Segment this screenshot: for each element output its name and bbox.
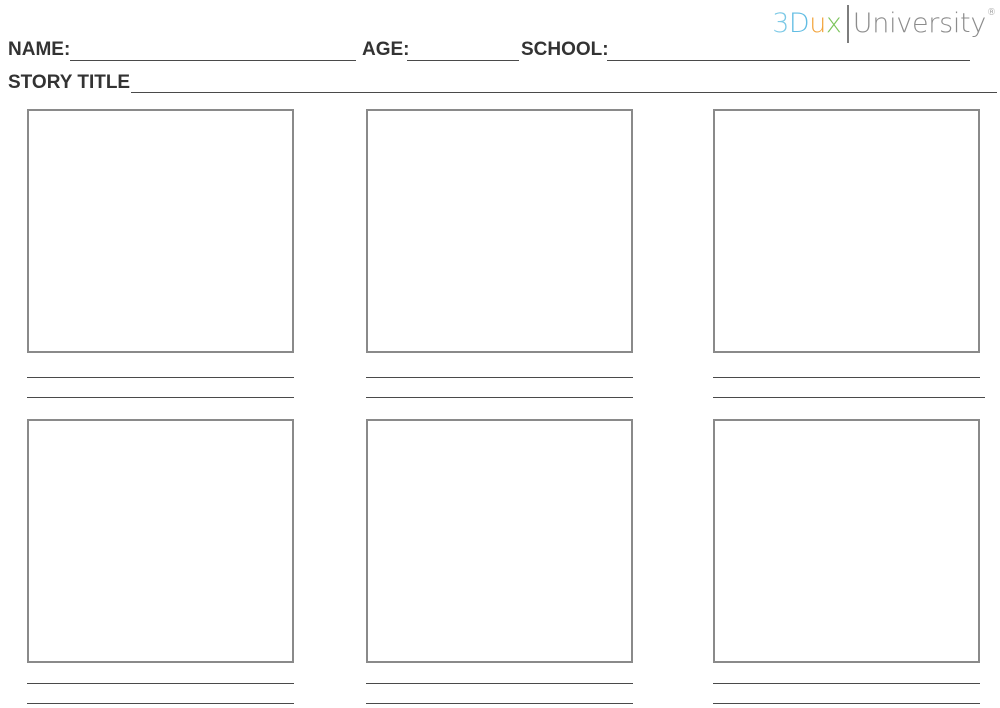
panel-5-caption-line-1[interactable] — [366, 683, 633, 684]
panel-4-caption-line-1[interactable] — [27, 683, 294, 684]
storyboard-panel-1[interactable] — [27, 109, 294, 353]
name-label: NAME: — [8, 39, 71, 60]
panel-1-caption-line-2[interactable] — [27, 397, 294, 398]
storyboard-panel-4[interactable] — [27, 419, 294, 663]
school-field[interactable] — [607, 60, 970, 61]
panel-2-caption-line-2[interactable] — [366, 397, 633, 398]
logo-mark-3dux: 3 D u x — [772, 2, 845, 46]
panel-3-caption-line-2[interactable] — [713, 397, 985, 398]
panel-5-caption-line-2[interactable] — [366, 703, 633, 704]
age-field[interactable] — [407, 60, 519, 61]
panel-4-caption-line-2[interactable] — [27, 703, 294, 704]
logo-divider — [847, 5, 849, 43]
storyboard-panel-6[interactable] — [713, 419, 980, 663]
panel-6-caption-line-1[interactable] — [713, 683, 980, 684]
school-label: SCHOOL: — [521, 39, 609, 60]
name-field[interactable] — [70, 60, 356, 61]
storyboard-panel-3[interactable] — [713, 109, 980, 353]
age-label: AGE: — [362, 39, 410, 60]
story-title-label: STORY TITLE — [8, 72, 131, 93]
logo-letter-x: x — [825, 8, 842, 39]
logo-wordmark: University — [852, 8, 987, 39]
3dux-university-logo: 3 D u x University ® — [772, 2, 996, 46]
panel-1-caption-line-1[interactable] — [27, 377, 294, 378]
panel-6-caption-line-2[interactable] — [713, 703, 980, 704]
storyboard-panel-2[interactable] — [366, 109, 633, 353]
logo-letter-3: 3 — [772, 8, 789, 39]
panel-3-caption-line-1[interactable] — [713, 377, 980, 378]
panel-2-caption-line-1[interactable] — [366, 377, 633, 378]
registered-mark: ® — [987, 8, 996, 18]
storyboard-panel-5[interactable] — [366, 419, 633, 663]
logo-letter-d: D — [788, 8, 810, 39]
story-title-field[interactable] — [131, 92, 997, 93]
logo-letter-u: u — [809, 8, 826, 39]
